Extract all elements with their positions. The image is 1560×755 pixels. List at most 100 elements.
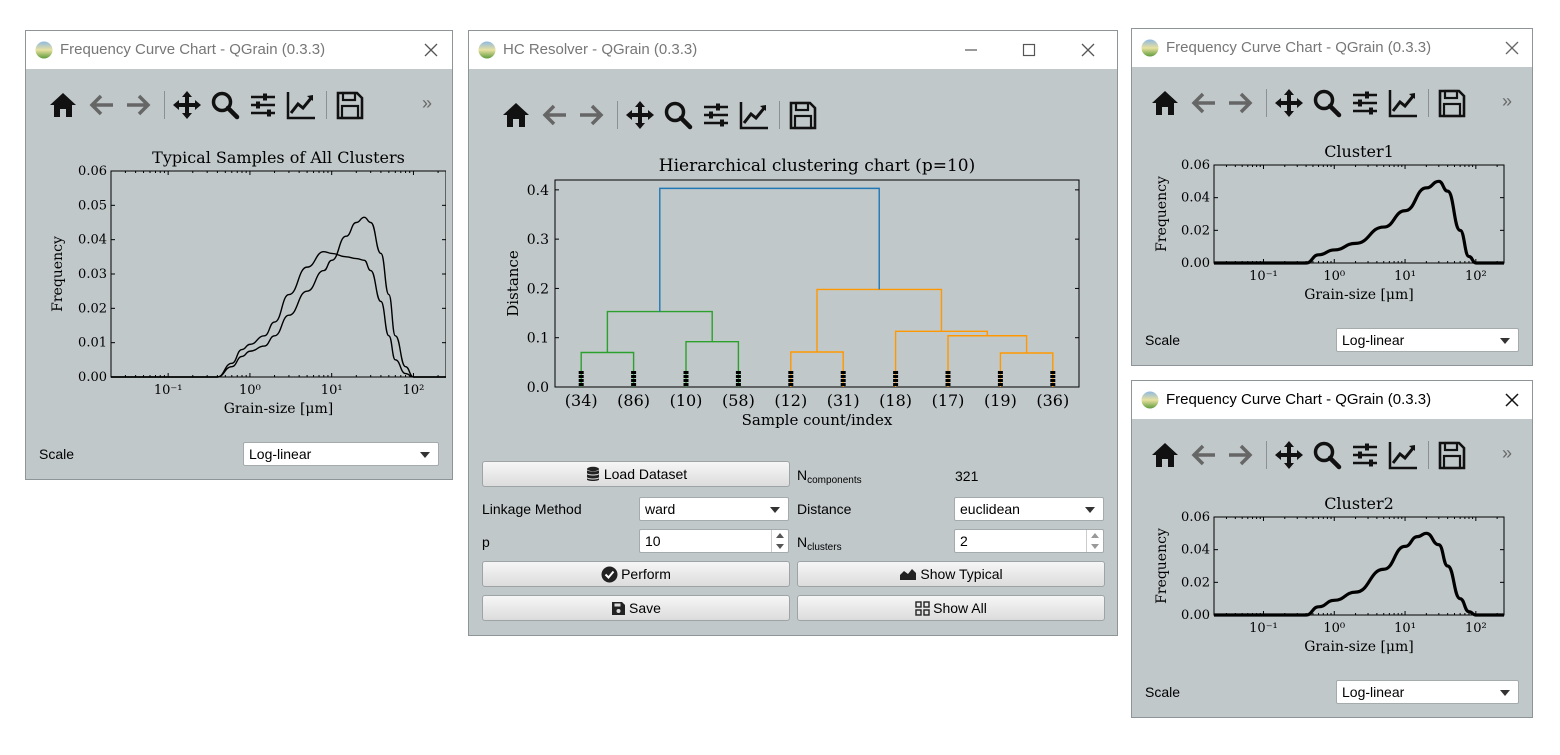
pan-icon[interactable] xyxy=(170,87,204,123)
leaf-marker-dot xyxy=(997,375,1003,378)
pan-icon[interactable] xyxy=(623,97,657,133)
close-icon[interactable] xyxy=(1073,35,1103,65)
configure-icon[interactable] xyxy=(699,97,733,133)
back-icon[interactable] xyxy=(84,87,118,123)
scale-label: Scale xyxy=(1145,684,1181,700)
leaf-marker-dot xyxy=(893,379,899,382)
configure-icon[interactable] xyxy=(246,87,280,123)
linkage-method-select[interactable]: ward xyxy=(639,497,789,521)
window-frequency-chart-left: Frequency Curve Chart - QGrain (0.3.3) »… xyxy=(25,30,453,480)
close-icon[interactable] xyxy=(416,35,446,65)
back-icon[interactable] xyxy=(1186,437,1220,473)
n-components-value: 321 xyxy=(955,468,979,484)
spin-up-icon[interactable] xyxy=(771,530,788,541)
title-bar[interactable]: HC Resolver - QGrain (0.3.3) xyxy=(469,31,1117,69)
y-tick-label: 0.02 xyxy=(1181,223,1210,238)
title-bar[interactable]: Frequency Curve Chart - QGrain (0.3.3) xyxy=(1132,29,1532,67)
chart-title: Cluster1 xyxy=(1324,142,1394,161)
show-all-button[interactable]: Show All xyxy=(797,595,1105,621)
home-icon[interactable] xyxy=(1148,437,1182,473)
save-button[interactable]: Save xyxy=(482,595,790,621)
minimize-icon[interactable] xyxy=(956,35,986,65)
edit-axes-icon[interactable] xyxy=(1386,85,1420,121)
p-spinbox[interactable]: 10 xyxy=(639,529,789,553)
pan-icon[interactable] xyxy=(1272,85,1306,121)
leaf-marker-dot xyxy=(735,371,741,374)
title-bar[interactable]: Frequency Curve Chart - QGrain (0.3.3) xyxy=(26,31,452,69)
window-frequency-chart-cluster2: Frequency Curve Chart - QGrain (0.3.3) »… xyxy=(1131,380,1533,718)
configure-icon[interactable] xyxy=(1348,85,1382,121)
series-group xyxy=(111,216,446,378)
forward-icon[interactable] xyxy=(1224,85,1258,121)
n-clusters-value: 2 xyxy=(960,533,968,549)
forward-icon[interactable] xyxy=(122,87,156,123)
maximize-icon[interactable] xyxy=(1014,35,1044,65)
save-icon[interactable] xyxy=(1434,437,1468,473)
toolbar-more-icon[interactable]: » xyxy=(422,93,432,114)
x-tick-label: 10² xyxy=(1465,269,1487,284)
chart-title: Cluster2 xyxy=(1324,494,1394,513)
y-tick-label: 0.01 xyxy=(78,336,107,351)
home-icon[interactable] xyxy=(499,97,533,133)
x-tick-label: 10⁰ xyxy=(1323,269,1345,284)
scale-select[interactable]: Log-linear xyxy=(1336,328,1519,352)
distance-select[interactable]: euclidean xyxy=(954,497,1104,521)
spin-up-icon[interactable] xyxy=(1086,530,1103,541)
y-tick-label: 0.2 xyxy=(527,281,549,297)
forward-icon[interactable] xyxy=(575,97,609,133)
zoom-icon[interactable] xyxy=(661,97,695,133)
x-tick-label: (10) xyxy=(670,391,703,410)
back-icon[interactable] xyxy=(537,97,571,133)
x-tick-label: (18) xyxy=(879,391,912,410)
n-clusters-spinbox[interactable]: 2 xyxy=(954,529,1104,553)
leaf-marker-dot xyxy=(683,371,689,374)
qgrain-logo-icon xyxy=(35,41,53,59)
edit-axes-icon[interactable] xyxy=(284,87,318,123)
leaf-marker-dot xyxy=(578,371,584,374)
leaf-marker-dot xyxy=(945,383,951,386)
x-tick-label: (17) xyxy=(932,391,965,410)
perform-button[interactable]: Perform xyxy=(482,561,790,587)
n-clusters-label: Nclusters xyxy=(797,534,842,553)
close-icon[interactable] xyxy=(1497,385,1527,415)
x-axis-label: Grain-size [μm] xyxy=(1304,287,1414,303)
dendrogram-link xyxy=(580,351,635,387)
dendrogram-link xyxy=(816,288,943,353)
edit-axes-icon[interactable] xyxy=(737,97,771,133)
plot-toolbar xyxy=(1148,437,1508,477)
save-icon[interactable] xyxy=(1434,85,1468,121)
spin-down-icon[interactable] xyxy=(1086,541,1103,552)
configure-icon[interactable] xyxy=(1348,437,1382,473)
y-axis-label: Frequency xyxy=(1154,528,1170,604)
home-icon[interactable] xyxy=(1148,85,1182,121)
scale-select[interactable]: Log-linear xyxy=(243,442,439,466)
zoom-icon[interactable] xyxy=(1310,85,1344,121)
close-icon[interactable] xyxy=(1497,33,1527,63)
x-tick-label: (86) xyxy=(617,391,650,410)
toolbar-more-icon[interactable]: » xyxy=(1502,443,1512,464)
edit-axes-icon[interactable] xyxy=(1386,437,1420,473)
y-tick-label: 0.3 xyxy=(527,232,549,248)
forward-icon[interactable] xyxy=(1224,437,1258,473)
series-group xyxy=(1214,531,1504,617)
load-dataset-button[interactable]: Load Dataset xyxy=(482,461,790,487)
show-typical-button[interactable]: Show Typical xyxy=(797,561,1105,587)
save-icon[interactable] xyxy=(332,87,366,123)
zoom-icon[interactable] xyxy=(1310,437,1344,473)
n-clusters-label-sub: clusters xyxy=(807,542,842,553)
scale-select[interactable]: Log-linear xyxy=(1336,680,1519,704)
series-line-1 xyxy=(111,250,446,378)
home-icon[interactable] xyxy=(46,87,80,123)
back-icon[interactable] xyxy=(1186,85,1220,121)
save-icon[interactable] xyxy=(785,97,819,133)
y-tick-label: 0.0 xyxy=(527,380,549,396)
scale-select-value: Log-linear xyxy=(1342,684,1405,700)
scale-select-value: Log-linear xyxy=(1342,332,1405,348)
zoom-icon[interactable] xyxy=(208,87,242,123)
pan-icon[interactable] xyxy=(1272,437,1306,473)
toolbar-more-icon[interactable]: » xyxy=(1502,91,1512,112)
title-bar[interactable]: Frequency Curve Chart - QGrain (0.3.3) xyxy=(1132,381,1532,419)
spin-down-icon[interactable] xyxy=(771,541,788,552)
x-axis-label: Grain-size [μm] xyxy=(1304,639,1414,655)
x-tick-label: 10⁰ xyxy=(239,383,261,398)
